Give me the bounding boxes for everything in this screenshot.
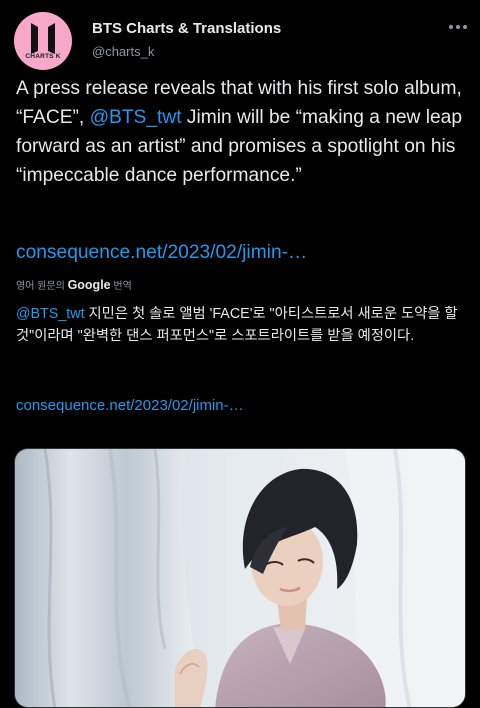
avatar-label: CHARTS K <box>25 53 61 60</box>
display-name[interactable]: BTS Charts & Translations <box>92 20 281 37</box>
translation-label-suffix: 번역 <box>110 281 132 292</box>
translated-by-google[interactable]: 영어 원문의 Google 번역 <box>16 277 132 292</box>
mention-link[interactable]: @BTS_twt <box>90 107 182 128</box>
bts-logo-icon <box>31 23 55 54</box>
avatar[interactable]: CHARTS K <box>14 12 72 70</box>
translated-mention-link[interactable]: @BTS_twt <box>16 306 85 322</box>
translated-link[interactable]: consequence.net/2023/02/jimin-… <box>16 397 244 414</box>
tweet-photo[interactable] <box>14 448 466 708</box>
translation-label-prefix: 영어 원문의 <box>16 281 68 292</box>
translated-text: @BTS_twt 지민은 첫 솔로 앨범 'FACE'로 "아티스트로서 새로운… <box>16 303 468 347</box>
photo-illustration <box>15 449 465 707</box>
handle[interactable]: @charts_k <box>92 44 154 59</box>
tweet-link[interactable]: consequence.net/2023/02/jimin-… <box>16 242 307 264</box>
google-brand: Google <box>67 278 111 292</box>
tweet-text: A press release reveals that with his fi… <box>16 74 476 190</box>
more-dots-icon[interactable] <box>446 17 470 37</box>
